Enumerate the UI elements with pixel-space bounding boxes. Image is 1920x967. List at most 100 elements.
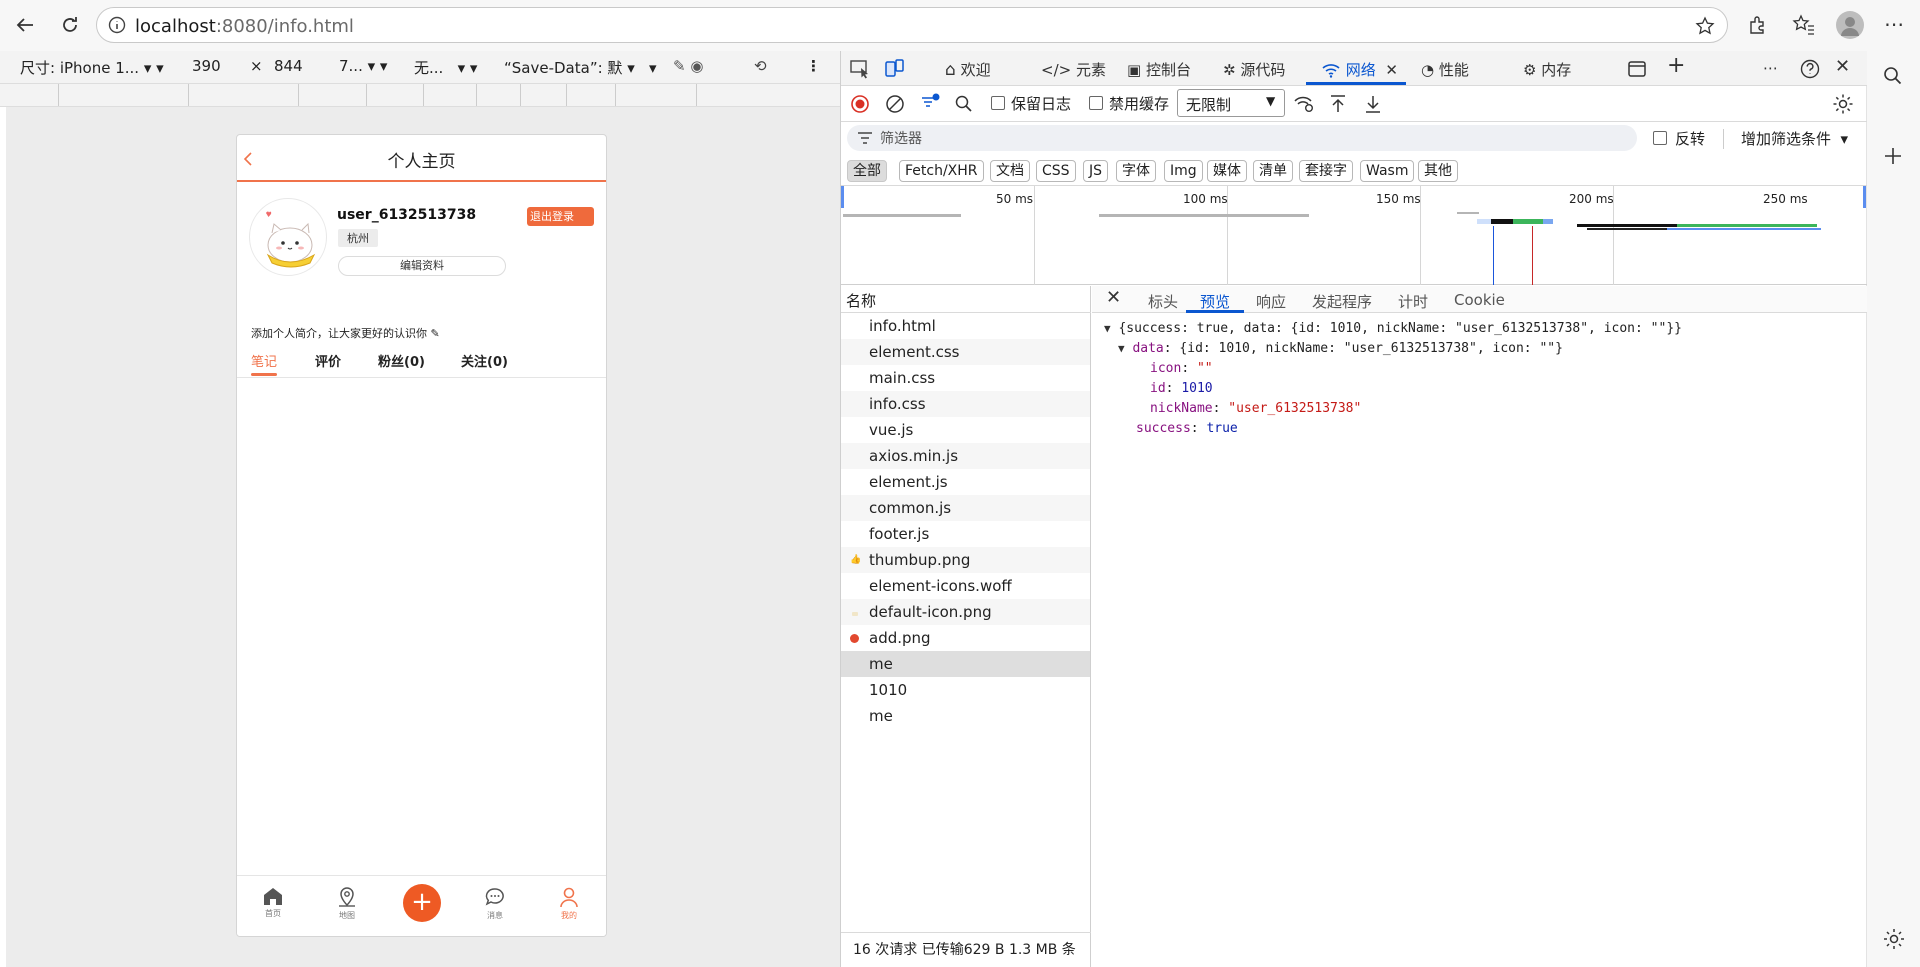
tab-network[interactable]: 网络 ✕ — [1321, 59, 1398, 80]
tab-welcome[interactable]: ⌂ 欢迎 — [945, 59, 991, 80]
throttle-select[interactable]: 无... ▾ ▾ — [414, 57, 477, 78]
tab-sources[interactable]: ✲ 源代码 — [1223, 59, 1285, 80]
json-data-line[interactable]: ▼ data: {id: 1010, nickName: "user_61325… — [1118, 341, 1563, 356]
request-row[interactable]: info.css — [841, 391, 1090, 417]
dock-icon[interactable] — [1627, 60, 1647, 78]
filter-toggle-icon[interactable] — [919, 92, 941, 114]
tab-preview[interactable]: 预览 — [1200, 291, 1230, 312]
import-har-icon[interactable] — [1328, 93, 1348, 115]
eyedropper-icon[interactable]: ✎ ◉ — [673, 57, 703, 75]
request-row[interactable]: info.html — [841, 313, 1090, 339]
tab-notes[interactable]: 笔记 — [251, 351, 277, 370]
request-row[interactable]: element.js — [841, 469, 1090, 495]
network-conditions-icon[interactable] — [1293, 94, 1315, 114]
type-other[interactable]: 其他 — [1418, 160, 1458, 182]
tab-timing[interactable]: 计时 — [1398, 291, 1428, 312]
avatar[interactable] — [249, 198, 327, 276]
profile-intro[interactable]: 添加个人简介，让大家更好的认识你 ✎ — [251, 325, 440, 341]
refresh-icon[interactable] — [55, 10, 85, 40]
nav-messages[interactable]: 消息 — [475, 886, 515, 921]
type-fetch-xhr[interactable]: Fetch/XHR — [899, 160, 984, 182]
rotate-icon[interactable]: ⟲ — [754, 57, 767, 75]
network-overview-timeline[interactable]: 50 ms 100 ms 150 ms 200 ms 250 ms — [841, 185, 1867, 285]
request-row-thumbup[interactable]: 👍 thumbup.png — [841, 547, 1090, 573]
back-icon[interactable] — [10, 10, 40, 40]
search-network-icon[interactable] — [954, 94, 974, 114]
device-emulation-icon[interactable] — [883, 58, 905, 80]
extensions-icon[interactable] — [1746, 14, 1768, 36]
profile-avatar[interactable] — [1836, 11, 1864, 39]
request-row[interactable]: main.css — [841, 365, 1090, 391]
tab-elements[interactable]: </> 元素 — [1041, 59, 1106, 80]
request-row-default-icon[interactable]: default-icon.png — [841, 599, 1090, 625]
zoom-select[interactable]: 7... ▾ ▾ — [339, 57, 387, 75]
tab-memory[interactable]: ⚙ 内存 — [1523, 59, 1571, 80]
request-row[interactable]: element.css — [841, 339, 1090, 365]
device-more-icon[interactable]: ⋮ — [806, 57, 821, 75]
more-filters-dropdown[interactable]: 增加筛选条件 ▾ — [1741, 128, 1848, 149]
close-detail-icon[interactable]: ✕ — [1106, 287, 1121, 308]
nav-home[interactable]: 首页 — [253, 886, 293, 919]
preserve-log-checkbox[interactable] — [991, 96, 1005, 110]
type-wasm[interactable]: Wasm — [1360, 160, 1415, 182]
type-css[interactable]: CSS — [1036, 160, 1076, 182]
request-row[interactable]: element-icons.woff — [841, 573, 1090, 599]
json-root-line[interactable]: ▼ {success: true, data: {id: 1010, nickN… — [1104, 321, 1682, 336]
logout-button[interactable]: 退出登录 — [527, 207, 594, 226]
tab-performance[interactable]: ◔ 性能 — [1421, 59, 1469, 80]
tab-cookie[interactable]: Cookie — [1454, 291, 1505, 309]
close-devtools-icon[interactable]: ✕ — [1835, 56, 1850, 77]
name-column-header[interactable]: 名称 — [841, 286, 1091, 313]
type-media[interactable]: 媒体 — [1207, 160, 1247, 182]
inspect-icon[interactable] — [849, 59, 871, 79]
add-post-button[interactable]: + — [403, 884, 441, 922]
save-data-select[interactable]: “Save-Data”: 默 ▾ ▾ — [504, 57, 657, 78]
request-row[interactable]: vue.js — [841, 417, 1090, 443]
devtools-more-icon[interactable]: ⋯ — [1763, 59, 1778, 77]
settings-gear-icon[interactable] — [1882, 927, 1906, 951]
tab-headers[interactable]: 标头 — [1148, 291, 1178, 312]
device-dimensions-select[interactable]: 尺寸: iPhone 1... ▾ ▾ — [20, 57, 164, 78]
type-img[interactable]: Img — [1164, 160, 1203, 182]
nav-map[interactable]: 地图 — [327, 886, 367, 921]
request-row[interactable]: axios.min.js — [841, 443, 1090, 469]
favorites-icon[interactable] — [1792, 14, 1816, 36]
edit-profile-button[interactable]: 编辑资料 — [338, 256, 506, 276]
type-all[interactable]: 全部 — [847, 160, 887, 182]
request-row[interactable]: 1010 — [841, 677, 1090, 703]
request-row[interactable]: footer.js — [841, 521, 1090, 547]
tab-fans[interactable]: 粉丝(0) — [378, 351, 425, 370]
request-row[interactable]: common.js — [841, 495, 1090, 521]
help-icon[interactable] — [1799, 58, 1821, 80]
record-icon[interactable] — [850, 94, 870, 114]
tab-console[interactable]: ▣ 控制台 — [1127, 59, 1191, 80]
tab-initiator[interactable]: 发起程序 — [1312, 291, 1372, 312]
request-row-add[interactable]: add.png — [841, 625, 1090, 651]
add-tab-icon[interactable]: + — [1667, 53, 1685, 78]
more-menu-icon[interactable]: ⋯ — [1884, 12, 1904, 36]
info-icon[interactable] — [108, 16, 126, 34]
tab-response[interactable]: 响应 — [1256, 291, 1286, 312]
throttling-select[interactable]: 无限制 ▼ — [1177, 89, 1285, 117]
tab-reviews[interactable]: 评价 — [315, 351, 341, 370]
favorite-star-icon[interactable] — [1695, 16, 1715, 36]
invert-checkbox[interactable] — [1653, 131, 1667, 145]
type-doc[interactable]: 文档 — [990, 160, 1030, 182]
add-sidebar-icon[interactable] — [1882, 145, 1904, 167]
request-row-selected[interactable]: me — [841, 651, 1090, 677]
request-row[interactable]: me — [841, 703, 1090, 729]
search-icon[interactable] — [1882, 65, 1904, 87]
type-font[interactable]: 字体 — [1116, 160, 1156, 182]
type-websocket[interactable]: 套接字 — [1299, 160, 1353, 182]
tab-following[interactable]: 关注(0) — [461, 351, 508, 370]
device-width-input[interactable]: 390 — [192, 57, 221, 75]
device-height-input[interactable]: 844 — [274, 57, 303, 75]
export-har-icon[interactable] — [1363, 93, 1383, 115]
disable-cache-checkbox[interactable] — [1089, 96, 1103, 110]
type-manifest[interactable]: 清单 — [1253, 160, 1293, 182]
nav-me[interactable]: 我的 — [549, 886, 589, 921]
network-settings-icon[interactable] — [1831, 92, 1855, 116]
filter-input[interactable]: 筛选器 — [847, 125, 1637, 151]
address-bar[interactable]: localhost:8080/info.html — [96, 7, 1728, 43]
clear-icon[interactable] — [885, 94, 905, 114]
